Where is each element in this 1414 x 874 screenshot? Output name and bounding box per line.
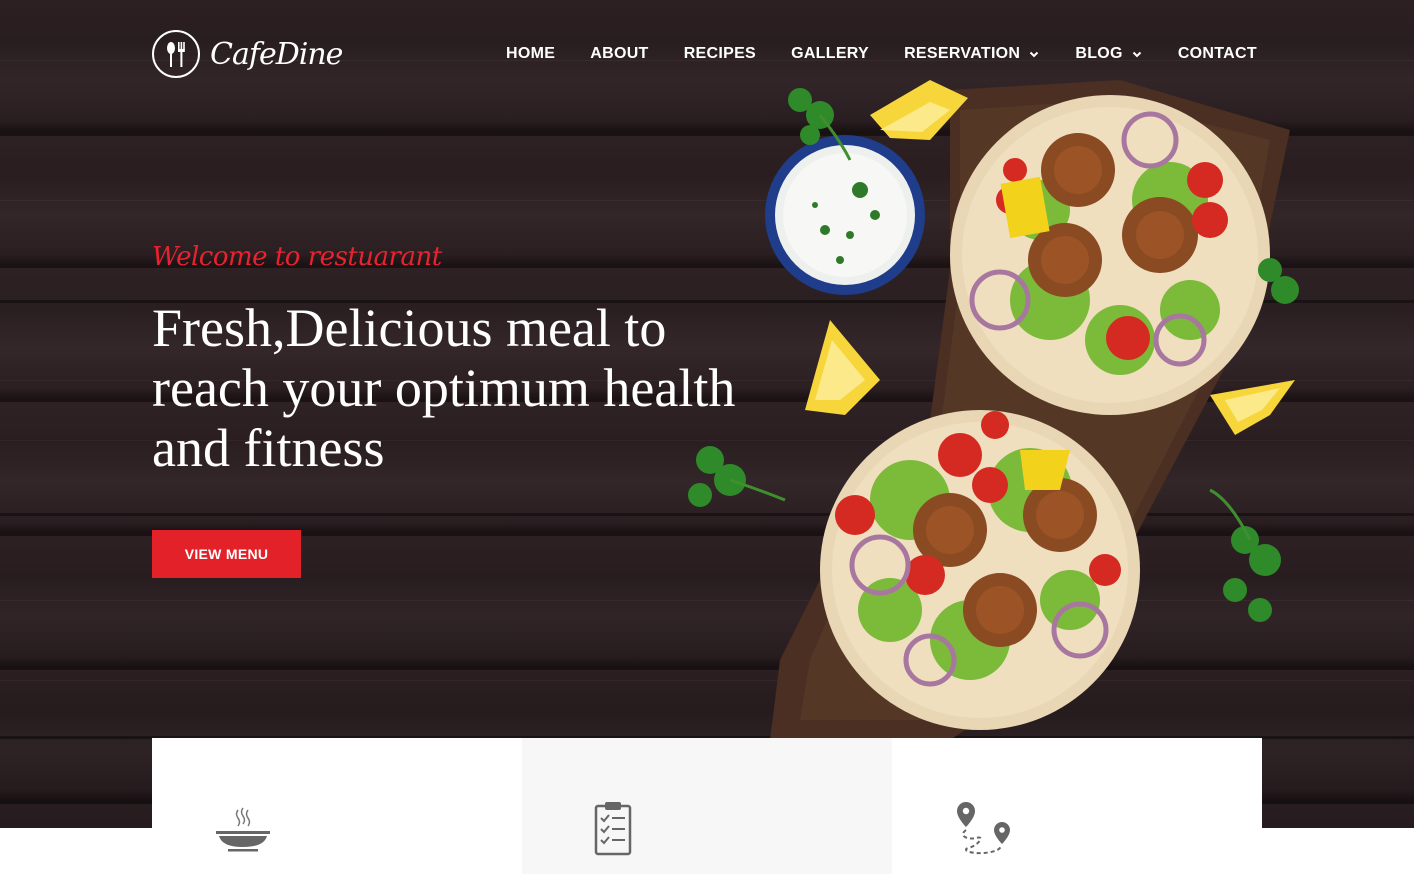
- headline-line: and fitness: [152, 418, 385, 478]
- brand-logo[interactable]: CafeDine: [152, 28, 343, 80]
- chevron-down-icon: [1132, 51, 1141, 58]
- nav-contact[interactable]: CONTACT: [1178, 45, 1257, 63]
- view-menu-button[interactable]: VIEW MENU: [152, 530, 301, 578]
- soup-bowl-icon: [216, 807, 270, 852]
- nav-gallery[interactable]: GALLERY: [791, 45, 869, 63]
- headline-line: reach your optimum health: [152, 358, 736, 418]
- nav-label: BLOG: [1075, 45, 1123, 62]
- nav-reservation[interactable]: RESERVATION: [904, 45, 1040, 63]
- nav-blog[interactable]: BLOG: [1075, 45, 1142, 63]
- nav-label: CONTACT: [1177, 45, 1257, 62]
- nav-about[interactable]: ABOUT: [590, 45, 648, 63]
- headline-line: Fresh,Delicious meal to: [152, 298, 667, 358]
- nav-label: ABOUT: [590, 45, 649, 62]
- nav-label: GALLERY: [791, 45, 870, 62]
- feature-card: [522, 738, 892, 874]
- nav-label: RESERVATION: [904, 45, 1021, 62]
- main-nav: HOME ABOUT RECIPES GALLERY RESERVATION B…: [506, 45, 1257, 63]
- feature-card: [892, 738, 1262, 874]
- feature-card: [152, 738, 522, 874]
- brand-name: CafeDine: [210, 36, 343, 72]
- nav-home[interactable]: HOME: [506, 45, 555, 63]
- fork-spoon-icon: [152, 30, 200, 78]
- route-pins-icon: [957, 802, 1010, 855]
- hero-welcome-text: Welcome to restuarant: [152, 242, 442, 272]
- feature-cards: [152, 738, 1262, 874]
- nav-recipes[interactable]: RECIPES: [684, 45, 756, 63]
- chevron-down-icon: [1030, 51, 1039, 58]
- nav-label: RECIPES: [683, 45, 757, 62]
- hero-headline: Fresh,Delicious meal to reach your optim…: [152, 298, 812, 478]
- nav-label: HOME: [506, 45, 556, 62]
- checklist-icon: [594, 802, 632, 856]
